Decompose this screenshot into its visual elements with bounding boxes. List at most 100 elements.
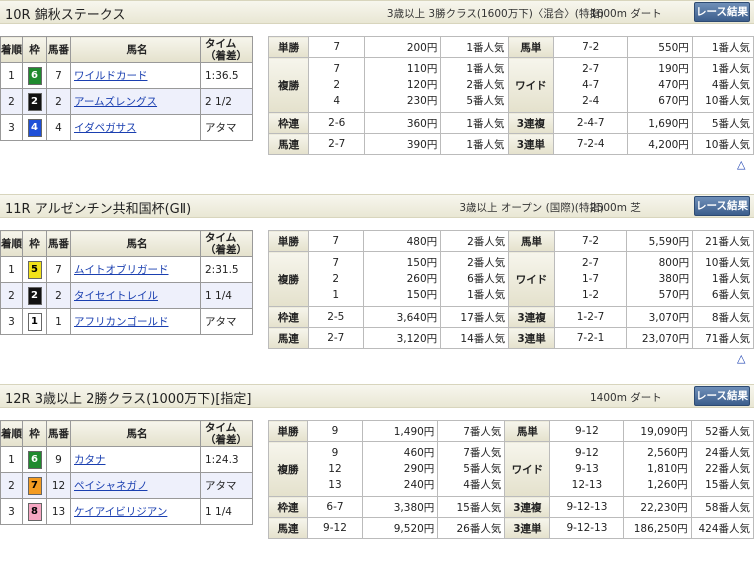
bet-popularity: 10番人気 (691, 133, 754, 155)
horse-number: 9 (46, 446, 71, 473)
header-rank: 着順 (0, 420, 23, 447)
header-horse-number: 馬番 (46, 420, 71, 447)
header-time: タイム（着差） (200, 36, 253, 63)
horse-number: 4 (46, 114, 71, 141)
bet-popularity-list: 2番人気 6番人気 1番人気 (440, 251, 510, 307)
horse-number: 7 (46, 62, 71, 89)
bet-popularity: 15番人気 (705, 479, 750, 491)
horse-name-link[interactable]: カタナ (74, 454, 106, 466)
bet-payout: 570円 (658, 289, 690, 301)
bet-type-label: 馬単 (504, 420, 551, 442)
horse-name-link[interactable]: アフリカンゴールド (74, 316, 169, 328)
bet-payout: 19,090円 (623, 420, 692, 442)
horse-name-link[interactable]: ムイトオブリガード (74, 264, 169, 276)
horse-name-link[interactable]: ケイアイビリジアン (74, 506, 167, 518)
bet-combo: 7 (307, 230, 364, 252)
bet-popularity: 10番人気 (705, 257, 750, 269)
horse-name-link[interactable]: タイセイトレイル (74, 290, 158, 302)
bet-payout: 1,690円 (627, 112, 693, 134)
bet-combo-list: 9 12 13 (306, 441, 363, 497)
bet-combo: 6-7 (306, 496, 363, 518)
bet-payout: 4,200円 (627, 133, 693, 155)
waku-cell: 4 (22, 114, 47, 141)
bet-combo: 9-12-13 (549, 517, 625, 539)
bet-payout: 150円 (406, 289, 438, 301)
horse-number: 7 (46, 256, 71, 283)
bet-combo: 2-7 (581, 257, 600, 269)
bet-payout: 1,490円 (361, 420, 439, 442)
finish-rank: 1 (0, 446, 23, 473)
bet-combo: 9 (306, 420, 363, 442)
header-waku: 枠 (22, 420, 47, 447)
bet-type-label: 馬連 (267, 133, 310, 155)
result-table: 着順枠馬番 馬名 タイム（着差） 1 6 7 ワイルドカード 1:36.5 2 2 2 アームズレング… (0, 36, 253, 141)
back-to-top-icon[interactable]: △ (737, 158, 745, 171)
bet-popularity: 2番人気 (467, 257, 506, 269)
bet-popularity: 2番人気 (440, 230, 510, 252)
bet-payout: 5,590円 (626, 230, 694, 252)
payout-row: 枠連 2-6 360円 1番人気 3連複 2-4-7 1,690円 5番人気 (267, 112, 754, 134)
horse-name-link[interactable]: アームズレングス (74, 96, 157, 108)
bet-type-label: 馬連 (268, 517, 308, 539)
result-row: 3 1 1 アフリカンゴールド アタマ (0, 308, 253, 335)
bet-payout: 22,230円 (623, 496, 692, 518)
bet-combo: 9-12 (306, 517, 363, 539)
bet-popularity-list: 24番人気 22番人気 15番人気 (690, 441, 754, 497)
bet-payout: 9,520円 (361, 517, 439, 539)
header-waku: 枠 (22, 36, 47, 63)
race-distance: 1600m ダート (590, 8, 662, 20)
horse-name-link[interactable]: ワイルドカード (74, 70, 148, 82)
race-result-button[interactable]: レース結果 (694, 2, 750, 22)
horse-name-cell: アームズレングス (70, 88, 201, 115)
bet-popularity: 26番人気 (437, 517, 506, 539)
horse-number: 1 (46, 308, 71, 335)
bet-combo: 2-4-7 (553, 112, 629, 134)
bet-popularity: 1番人気 (440, 133, 509, 155)
race-name: 10R 錦秋ステークス (5, 8, 126, 23)
result-row: 2 2 2 アームズレングス 2 1/2 (0, 88, 253, 115)
bet-popularity: 424番人気 (690, 517, 754, 539)
payout-table: 単勝 7 200円 1番人気 馬単 7-2 550円 1番人気 複勝 7 2 4 110円 120円 230… (267, 36, 754, 155)
bet-combo: 2-7 (308, 133, 366, 155)
header-time: タイム（着差） (200, 420, 253, 447)
payout-row: 複勝 7 2 4 110円 120円 230円 1番人気 2番人気 5番人気 ワイド 2-7 4-7 2-… (267, 57, 754, 113)
result-table: 着順枠馬番 馬名 タイム（着差） 1 5 7 ムイトオブリガード 2:31.5 2 2 2 タイセイト… (0, 230, 253, 335)
bet-popularity: 58番人気 (690, 496, 754, 518)
bet-type-label: 枠連 (268, 306, 309, 328)
finish-rank: 2 (0, 282, 23, 309)
bet-payout: 670円 (658, 95, 689, 107)
header-horse-number: 馬番 (46, 230, 71, 257)
bet-type-label: 枠連 (268, 496, 308, 518)
bet-popularity: 4番人気 (463, 479, 502, 491)
bet-payout: 460円 (403, 447, 435, 459)
bet-combo: 12 (328, 463, 342, 475)
header-waku: 枠 (22, 230, 47, 257)
horse-name-cell: ワイルドカード (70, 62, 201, 89)
horse-name-link[interactable]: ペイシャネガノ (74, 480, 148, 492)
horse-number: 13 (46, 498, 71, 525)
bet-combo: 7-2 (553, 36, 629, 58)
bet-type-label: 複勝 (268, 441, 308, 497)
horse-number: 2 (46, 88, 71, 115)
race-conditions: 3歳以上 オープン (国際)(特指) (459, 202, 604, 214)
back-to-top-icon[interactable]: △ (737, 352, 745, 365)
bet-popularity: 1番人気 (466, 63, 505, 75)
bet-payout: 3,640円 (362, 306, 442, 328)
finish-rank: 3 (0, 498, 23, 525)
waku-badge: 7 (27, 476, 42, 495)
bet-type-label: 3連複 (508, 306, 555, 328)
horse-name-link[interactable]: イダペガサス (74, 122, 136, 134)
race-result-button[interactable]: レース結果 (694, 386, 750, 406)
bet-popularity: 5番人気 (466, 95, 505, 107)
bet-combo: 9-12 (549, 420, 625, 442)
header-horse-number: 馬番 (46, 36, 71, 63)
horse-name-cell: アフリカンゴールド (70, 308, 201, 335)
result-table: 着順枠馬番 馬名 タイム（着差） 1 6 9 カタナ 1:24.3 2 7 12 ペイシャネガノ アタマ… (0, 420, 253, 525)
bet-type-label: 馬単 (508, 230, 555, 252)
race-result-button[interactable]: レース結果 (694, 196, 750, 216)
finish-rank: 3 (0, 308, 23, 335)
payout-row: 馬連 9-12 9,520円 26番人気 3連単 9-12-13 186,250円 424番人… (268, 517, 754, 539)
bet-payout-list: 190円 470円 670円 (627, 57, 693, 113)
bet-combo: 9-12 (575, 447, 599, 459)
waku-cell: 2 (22, 88, 47, 115)
